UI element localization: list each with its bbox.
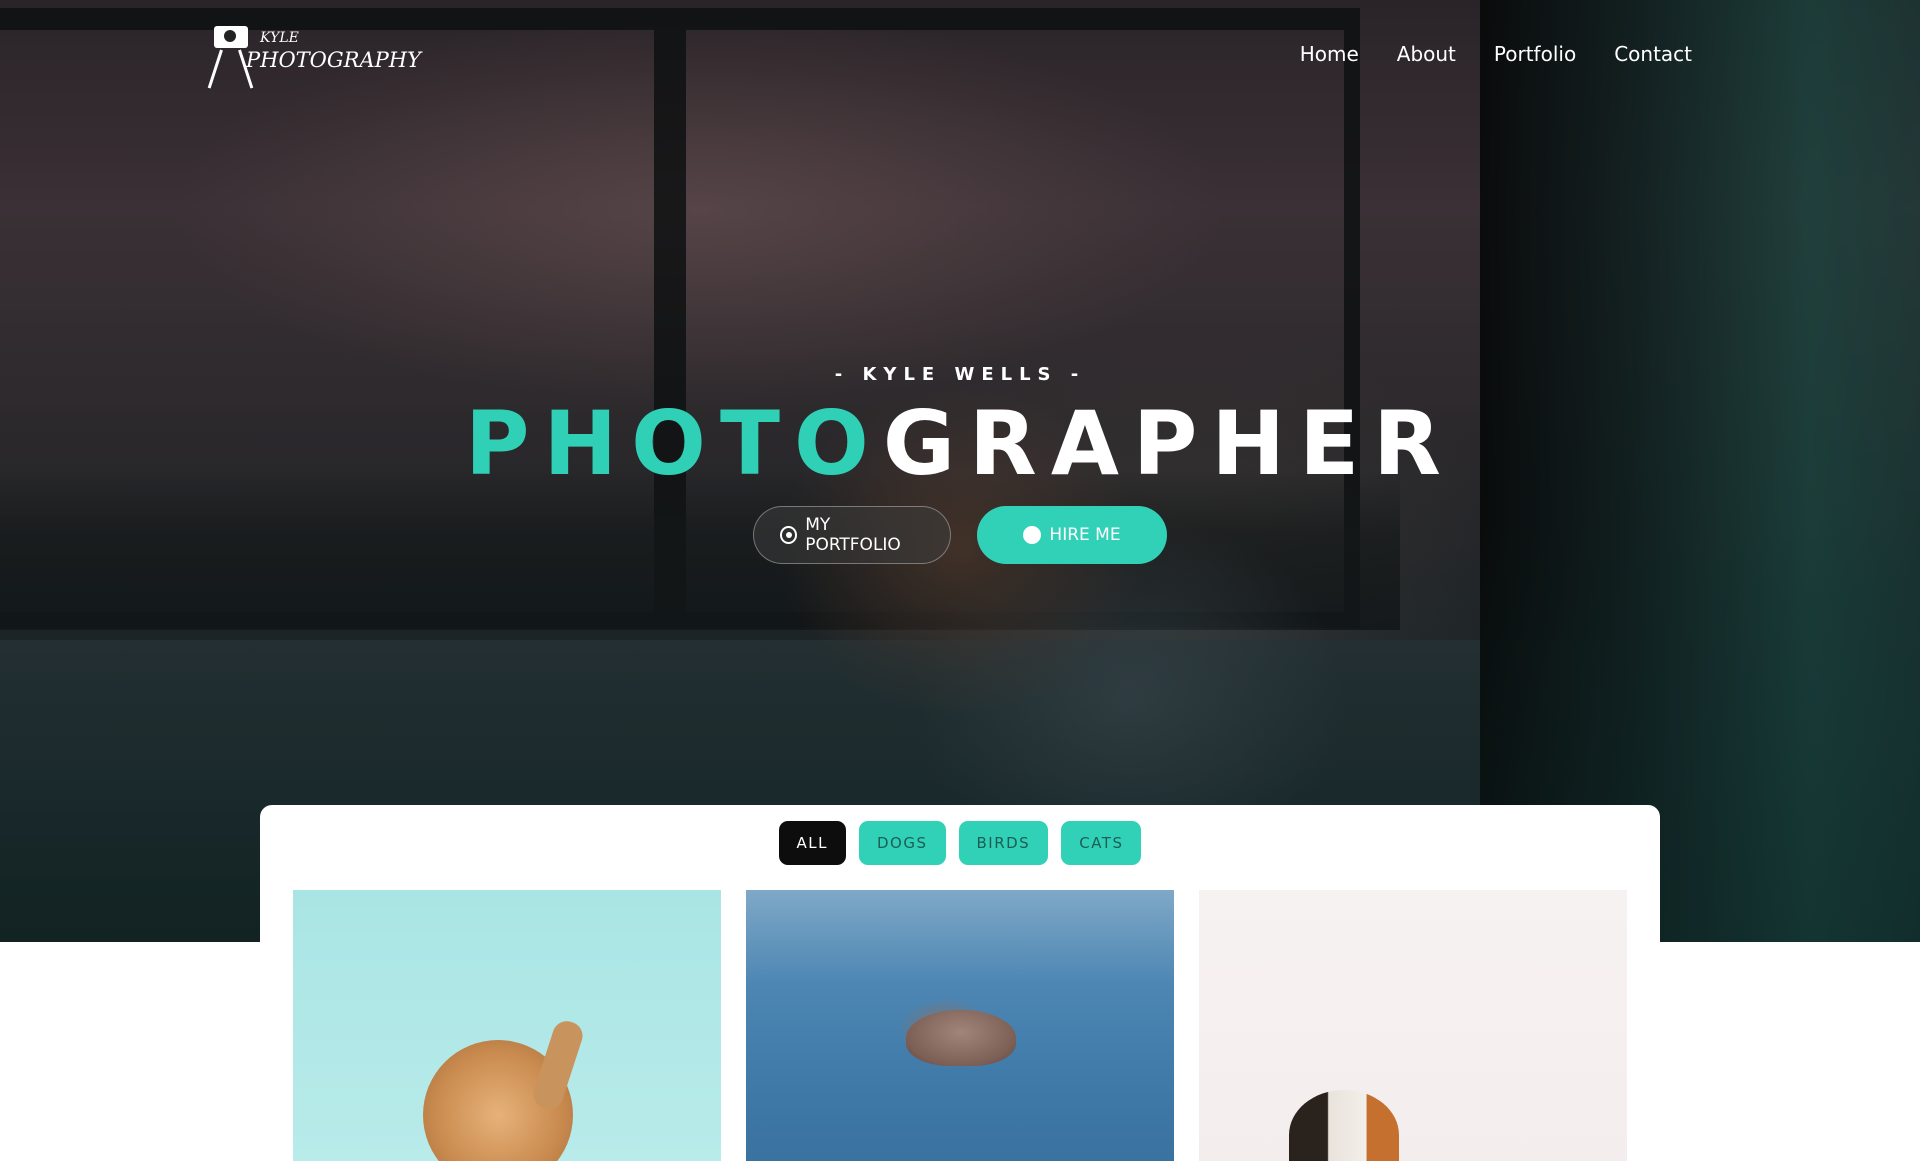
tripod-leg-left: [207, 49, 223, 89]
hire-me-button[interactable]: HIRE ME: [977, 506, 1167, 564]
hero-buttons: MY PORTFOLIO HIRE ME: [0, 506, 1920, 564]
target-icon: [780, 526, 798, 544]
circle-icon: [1023, 526, 1042, 544]
gallery-item-cat-1[interactable]: [293, 890, 721, 1161]
logo-main-text: PHOTOGRAPHY: [246, 48, 421, 72]
calico-cat-photo: [1289, 1090, 1399, 1161]
filter-bar: ALL DOGS BIRDS CATS: [260, 821, 1660, 865]
logo-top-text: KYLE: [260, 30, 299, 46]
filter-all[interactable]: ALL: [778, 821, 846, 865]
headline-part-white: GRAPHER: [882, 392, 1455, 495]
filter-birds[interactable]: BIRDS: [958, 821, 1049, 865]
hero-section: KYLE PHOTOGRAPHY Home About Portfolio Co…: [0, 0, 1920, 942]
gallery-item-dog-1[interactable]: [746, 890, 1174, 1161]
my-portfolio-button[interactable]: MY PORTFOLIO: [753, 506, 951, 564]
hire-me-label: HIRE ME: [1049, 525, 1121, 545]
nav-portfolio[interactable]: Portfolio: [1494, 42, 1576, 66]
nav-about[interactable]: About: [1397, 42, 1456, 66]
gallery-item-cat-2[interactable]: [1199, 890, 1627, 1161]
hero-headline: PHOTOGRAPHER: [0, 394, 1920, 494]
hero-subtitle: - KYLE WELLS -: [834, 364, 1086, 385]
filter-cats[interactable]: CATS: [1061, 821, 1142, 865]
main-nav: Home About Portfolio Contact: [1300, 42, 1692, 66]
swimming-dog-photo: [906, 1010, 1016, 1066]
nav-contact[interactable]: Contact: [1614, 42, 1692, 66]
nav-home[interactable]: Home: [1300, 42, 1359, 66]
my-portfolio-label: MY PORTFOLIO: [805, 515, 901, 555]
site-logo[interactable]: KYLE PHOTOGRAPHY: [207, 24, 421, 94]
filter-dogs[interactable]: DOGS: [858, 821, 946, 865]
headline-part-accent: PHOTO: [465, 392, 883, 495]
camera-icon: [214, 26, 248, 48]
